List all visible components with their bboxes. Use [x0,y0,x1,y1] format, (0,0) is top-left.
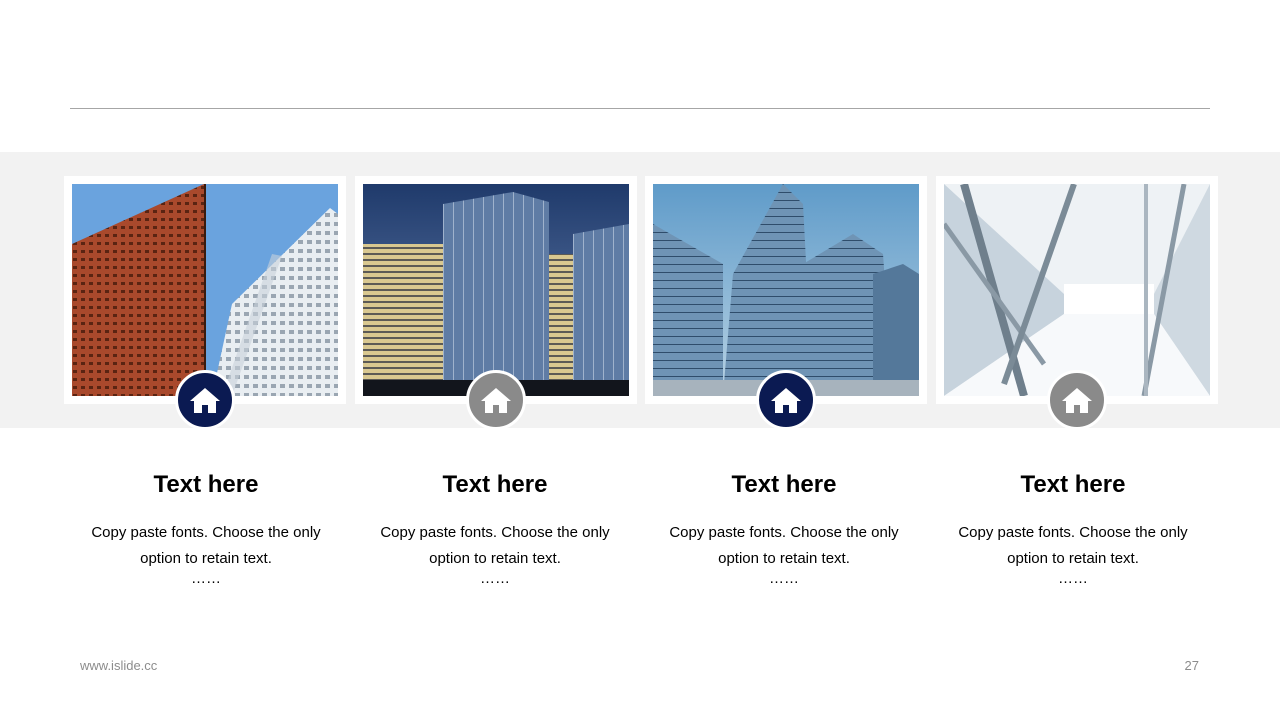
feature-body: Copy paste fonts. Choose the only option… [958,524,1188,567]
home-icon [756,370,816,430]
feature-column-3: Text here Copy paste fonts. Choose the o… [643,470,925,586]
home-icon [466,370,526,430]
page-number: 27 [1184,658,1199,673]
feature-ellipsis: …… [1058,570,1088,587]
feature-title: Text here [731,471,837,498]
feature-title: Text here [442,471,548,498]
footer-url: www.islide.cc [80,658,158,673]
title-divider [70,108,1210,109]
home-icon [1047,370,1107,430]
photo-blue-skyscraper [653,184,919,396]
photo-glass-corridor [944,184,1210,396]
feature-column-2: Text here Copy paste fonts. Choose the o… [354,470,636,586]
feature-ellipsis: …… [191,570,221,587]
feature-title: Text here [1020,471,1126,498]
feature-body: Copy paste fonts. Choose the only option… [91,524,321,567]
photo-towers-sky [72,184,338,396]
feature-body: Copy paste fonts. Choose the only option… [669,524,899,567]
photo-glass-buildings [363,184,629,396]
feature-column-1: Text here Copy paste fonts. Choose the o… [65,470,347,586]
feature-ellipsis: …… [769,570,799,587]
feature-column-4: Text here Copy paste fonts. Choose the o… [932,470,1214,586]
feature-ellipsis: …… [480,570,510,587]
home-icon [175,370,235,430]
feature-title: Text here [153,471,259,498]
feature-body: Copy paste fonts. Choose the only option… [380,524,610,567]
